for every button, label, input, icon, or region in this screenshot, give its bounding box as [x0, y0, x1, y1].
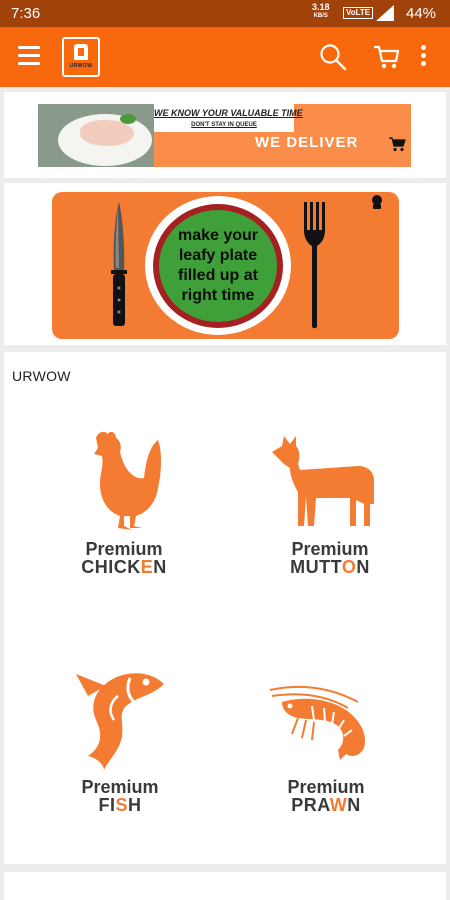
cart-icon[interactable] — [372, 43, 400, 71]
promo-banner[interactable]: make your leafy plate filled up at right… — [52, 192, 399, 339]
more-options-icon[interactable] — [417, 45, 429, 69]
menu-icon[interactable] — [18, 46, 42, 68]
logo-text: URWOW — [69, 63, 93, 69]
network-speed: 3.18 KB/S — [312, 2, 330, 20]
goat-icon — [272, 436, 374, 526]
knife-icon — [111, 202, 127, 326]
section-title: URWOW — [12, 368, 71, 384]
category-chicken[interactable]: Premium CHICKEN — [64, 420, 184, 580]
category-name: FISH — [98, 795, 142, 815]
category-title: Premium — [287, 777, 365, 797]
banner-cta: WE DELIVER — [255, 134, 359, 151]
category-title: Premium — [81, 777, 159, 797]
chicken-icon — [94, 431, 161, 530]
fork-icon — [304, 202, 325, 329]
category-name: PRAWN — [291, 795, 361, 815]
prawn-icon — [269, 685, 366, 760]
delivery-banner[interactable]: WE KNOW YOUR VALUABLE TIME DON'T STAY IN… — [38, 104, 411, 167]
app-bar: URWOW — [0, 27, 450, 87]
category-mutton[interactable]: Premium MUTTON — [270, 420, 390, 580]
status-bar: 7:36 3.18 KB/S VoLTE 44% — [0, 0, 450, 27]
category-name: MUTTON — [290, 557, 370, 577]
banner-subline: DON'T STAY IN QUEUE — [191, 122, 257, 128]
signal-icon — [376, 5, 394, 21]
fish-icon — [76, 673, 164, 770]
battery-level: 44% — [406, 5, 437, 22]
logo-emblem-icon — [74, 44, 88, 60]
badge-icon — [372, 195, 382, 209]
category-fish[interactable]: Premium FISH — [60, 658, 180, 818]
chicken-plate-photo — [38, 104, 154, 167]
next-card — [4, 872, 446, 900]
category-name: CHICKEN — [81, 557, 167, 577]
search-icon[interactable] — [319, 43, 347, 71]
banner-headline: WE KNOW YOUR VALUABLE TIME — [154, 108, 303, 118]
volte-badge: VoLTE — [343, 7, 374, 19]
app-logo[interactable]: URWOW — [62, 37, 100, 77]
cart-icon — [389, 137, 406, 152]
status-time: 7:36 — [11, 5, 41, 22]
category-title: Premium — [85, 539, 163, 559]
plate-text: make your leafy plate filled up at right… — [177, 227, 259, 304]
category-title: Premium — [291, 539, 369, 559]
category-prawn[interactable]: Premium PRAWN — [266, 658, 386, 818]
